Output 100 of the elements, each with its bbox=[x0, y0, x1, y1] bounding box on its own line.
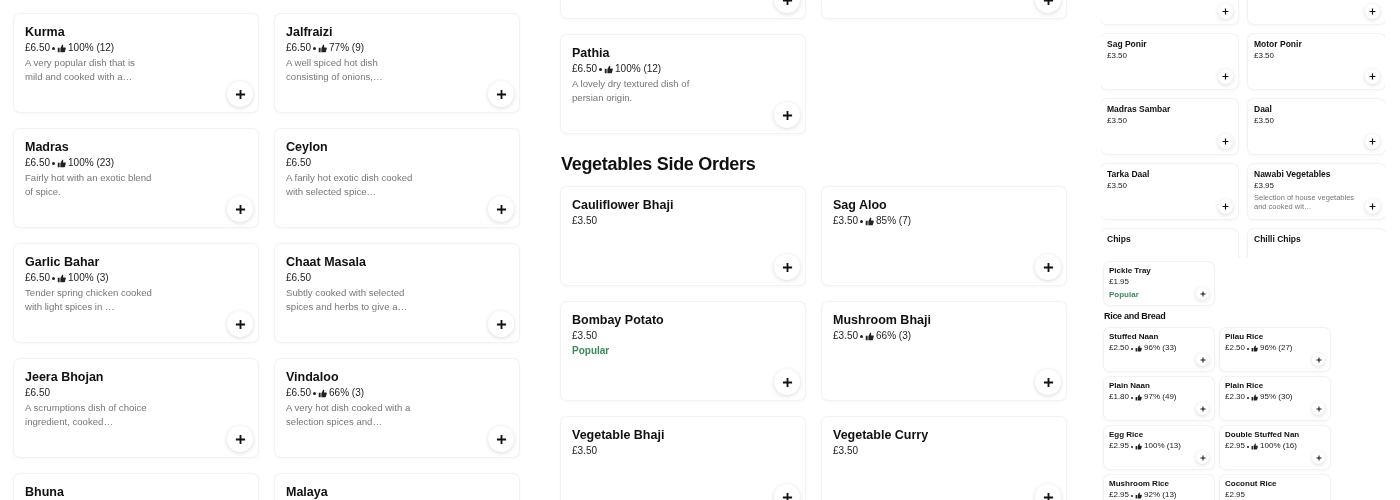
dish-name: Mushroom Rice bbox=[1109, 479, 1170, 490]
menu-card[interactable]: Stuffed Naan £2.50 96% (33) bbox=[1104, 328, 1214, 371]
thumbs-up-icon bbox=[318, 388, 328, 398]
menu-card[interactable]: Vegetable Bhaji £3.50 bbox=[561, 417, 805, 500]
dish-name: Plain Naan bbox=[1109, 381, 1151, 392]
rating: 100% (16) bbox=[1260, 441, 1297, 453]
price: £3.50 bbox=[1107, 51, 1128, 62]
menu-card[interactable]: Coconut Rice £2.95 bbox=[1220, 475, 1330, 500]
price: £2.30 bbox=[1225, 392, 1246, 404]
price: £3.50 bbox=[1254, 116, 1275, 127]
price: £6.50 bbox=[286, 386, 312, 400]
plus-icon bbox=[1199, 454, 1206, 461]
menu-card[interactable]: Mushroom Rice £2.95 92% (13) bbox=[1104, 475, 1214, 500]
menu-card[interactable]: Pickle Tray £1.95 Popular bbox=[1104, 262, 1214, 305]
dish-name: Pilau Rice bbox=[1225, 332, 1265, 343]
menu-card[interactable]: Tarka Daal £3.50 bbox=[1101, 164, 1238, 219]
menu-card[interactable]: Bhuna bbox=[14, 474, 258, 500]
price: £1.80 bbox=[1109, 392, 1130, 404]
separator-dot bbox=[313, 391, 317, 395]
menu-card[interactable]: Jeera Bhojan £6.50 A scrumptions dish of choice ingredient, cooked… bbox=[14, 359, 258, 457]
menu-card[interactable]: Chips bbox=[1101, 229, 1238, 258]
add-button[interactable] bbox=[1035, 369, 1061, 395]
price: £2.95 bbox=[1109, 490, 1130, 500]
add-button[interactable] bbox=[488, 81, 514, 107]
menu-card[interactable]: Chilli Chips bbox=[1248, 229, 1385, 258]
dish-description: A scrumptions dish of choice ingredient, cooked… bbox=[25, 400, 148, 429]
menu-card[interactable]: Mushroom Bhaji £3.50 66% (3) bbox=[822, 302, 1066, 400]
plus-icon bbox=[1222, 203, 1229, 210]
menu-card[interactable]: Pathia £6.50 100% (12) A lovely dry textured dish of persian origin. bbox=[561, 35, 805, 133]
section-heading: Vegetables Side Orders bbox=[561, 154, 757, 175]
thumbs-up-icon bbox=[57, 273, 67, 283]
add-button[interactable] bbox=[1218, 4, 1233, 19]
menu-card[interactable]: Sag Aloo £3.50 85% (7) bbox=[822, 187, 1066, 285]
menu-card[interactable]: Egg Rice £2.95 100% (13) bbox=[1104, 426, 1214, 469]
plus-icon bbox=[1369, 8, 1376, 15]
add-button[interactable] bbox=[488, 311, 514, 337]
add-button[interactable] bbox=[1365, 69, 1380, 84]
add-button[interactable] bbox=[1365, 4, 1380, 19]
dish-name: Cauliflower Bhaji bbox=[572, 197, 675, 214]
plus-icon bbox=[1222, 138, 1229, 145]
add-button[interactable] bbox=[227, 196, 253, 222]
dish-name: Vindaloo bbox=[286, 369, 340, 386]
plus-icon bbox=[495, 203, 507, 215]
menu-card[interactable]: Double Stuffed Nan £2.95 100% (16) bbox=[1220, 426, 1330, 469]
menu-card[interactable]: Daal £3.50 bbox=[1248, 99, 1385, 154]
add-button[interactable] bbox=[1365, 199, 1380, 214]
menu-card[interactable]: Kurma £6.50 100% (12) A very popular dish that is mild and cooked with a… bbox=[14, 14, 258, 112]
add-button[interactable] bbox=[227, 426, 253, 452]
plus-icon bbox=[1315, 454, 1322, 461]
menu-card[interactable]: Chaat Masala £6.50 Subtly cooked with selected spices and herbs to give a… bbox=[275, 244, 519, 342]
add-button[interactable] bbox=[488, 196, 514, 222]
price: £3.50 bbox=[572, 444, 598, 458]
plus-icon bbox=[1315, 405, 1322, 412]
price: £6.50 bbox=[286, 271, 312, 285]
menu-card[interactable]: Jalfraizi £6.50 77% (9) A well spiced hot dish consisting of onions,… bbox=[275, 14, 519, 112]
rating: 66% (3) bbox=[876, 329, 912, 343]
menu-card[interactable]: Ceylon £6.50 A farily hot exotic dish cooked with selected spice… bbox=[275, 129, 519, 227]
rating: 92% (13) bbox=[1144, 490, 1177, 500]
plus-icon bbox=[1042, 261, 1054, 273]
add-button[interactable] bbox=[1035, 254, 1061, 280]
add-button[interactable] bbox=[774, 254, 800, 280]
add-button[interactable] bbox=[774, 102, 800, 128]
dish-description: Tender spring chicken cooked with light spices in … bbox=[25, 285, 153, 314]
menu-card[interactable]: Madras £6.50 100% (23) Fairly hot with an exotic blend of spice. bbox=[14, 129, 258, 227]
plus-icon bbox=[1199, 356, 1206, 363]
menu-card[interactable]: Bombay Potato £3.50 Popular bbox=[561, 302, 805, 400]
plus-icon bbox=[1369, 138, 1376, 145]
rating: 97% (49) bbox=[1144, 392, 1177, 404]
price: £3.50 bbox=[833, 214, 859, 228]
menu-card[interactable]: Cauliflower Bhaji £3.50 bbox=[561, 187, 805, 285]
dish-name: Motor Ponir bbox=[1254, 39, 1303, 51]
menu-card[interactable]: Plain Naan £1.80 97% (49) bbox=[1104, 377, 1214, 420]
add-button[interactable] bbox=[1218, 134, 1233, 149]
price: £3.95 bbox=[1254, 181, 1275, 192]
dish-name: Mushroom Bhaji bbox=[833, 312, 932, 329]
thumbs-up-icon bbox=[1251, 394, 1259, 402]
menu-card[interactable]: Pilau Rice £2.50 96% (27) bbox=[1220, 328, 1330, 371]
dish-name: Chips bbox=[1107, 234, 1132, 246]
add-button[interactable] bbox=[1365, 134, 1380, 149]
menu-card[interactable]: Vindaloo £6.50 66% (3) A very hot dish cooked with a selection spices and… bbox=[275, 359, 519, 457]
add-button[interactable] bbox=[1218, 199, 1233, 214]
add-button[interactable] bbox=[227, 81, 253, 107]
menu-card[interactable]: Garlic Bahar £6.50 100% (3) Tender spring chicken cooked with light spices in … bbox=[14, 244, 258, 342]
menu-card[interactable]: Motor Ponir £3.50 bbox=[1248, 34, 1385, 89]
thumbs-up-icon bbox=[865, 216, 875, 226]
add-button[interactable] bbox=[774, 369, 800, 395]
add-button[interactable] bbox=[488, 426, 514, 452]
menu-card[interactable]: Madras Sambar £3.50 bbox=[1101, 99, 1238, 154]
price: £6.50 bbox=[25, 386, 51, 400]
add-button[interactable] bbox=[1218, 69, 1233, 84]
menu-card[interactable]: Vegetable Curry £3.50 bbox=[822, 417, 1066, 500]
plus-icon bbox=[1369, 73, 1376, 80]
rating: 100% (12) bbox=[68, 41, 115, 55]
add-button[interactable] bbox=[227, 311, 253, 337]
plus-icon bbox=[1222, 8, 1229, 15]
dish-name: Double Stuffed Nan bbox=[1225, 430, 1301, 441]
menu-card[interactable]: Plain Rice £2.30 95% (30) bbox=[1220, 377, 1330, 420]
dish-name: Sag Ponir bbox=[1107, 39, 1148, 51]
menu-card[interactable]: Sag Ponir £3.50 bbox=[1101, 34, 1238, 89]
menu-card[interactable]: Malaya bbox=[275, 474, 519, 500]
